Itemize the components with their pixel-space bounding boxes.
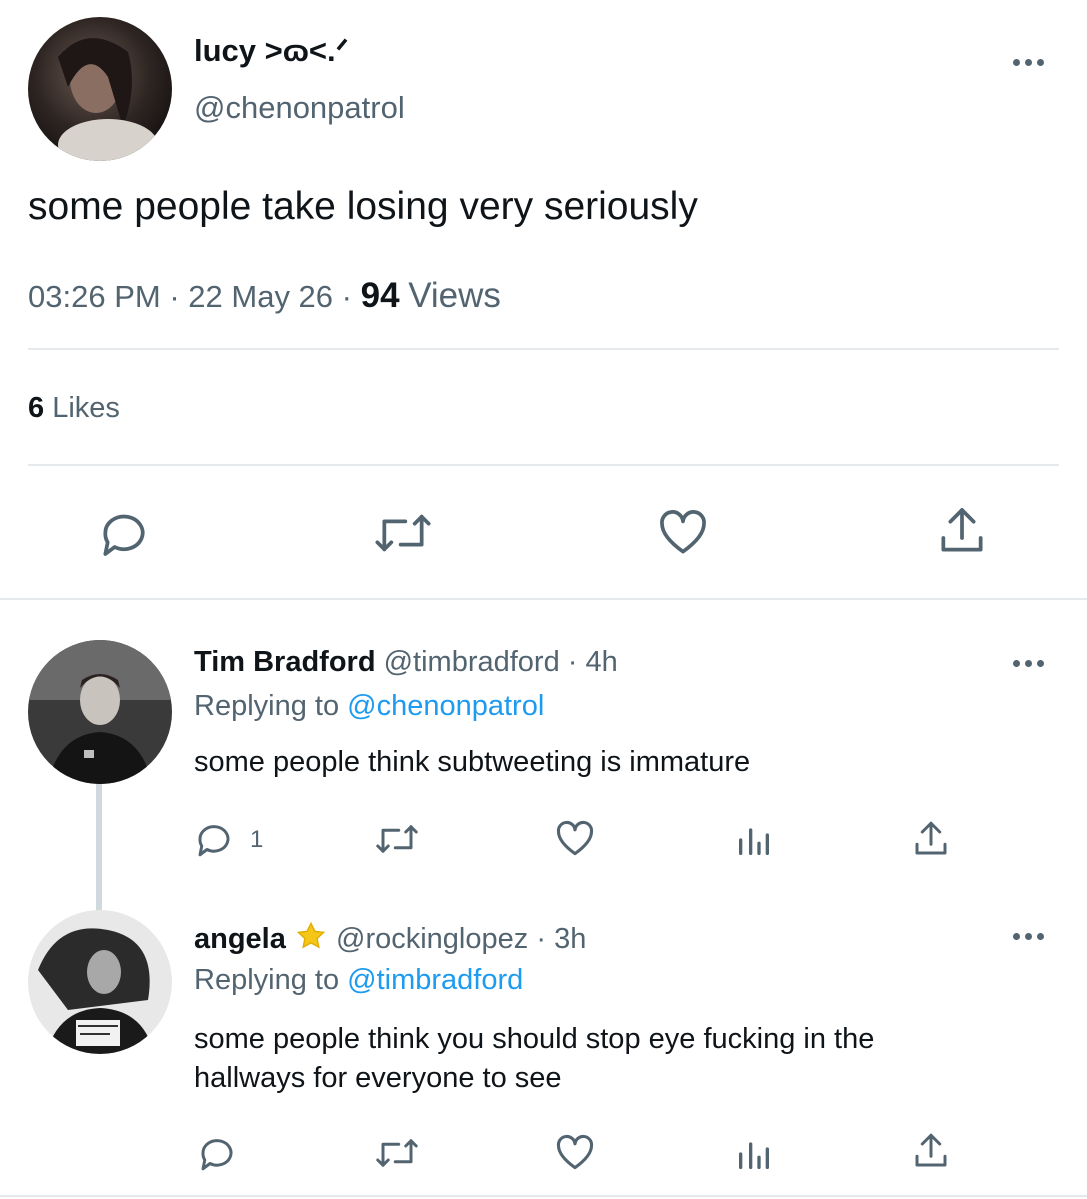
retweet-icon[interactable] [372, 1132, 422, 1174]
analytics-icon[interactable] [734, 820, 774, 860]
reply-text-line: hallways for everyone to see [194, 1062, 562, 1094]
reply-header: Tim Bradford @timbradford · 4h [194, 646, 618, 679]
like-icon[interactable] [553, 817, 597, 861]
share-icon[interactable] [910, 818, 952, 860]
likes-count: 6 [28, 392, 45, 424]
replying-to-prefix: Replying to [194, 964, 340, 996]
more-options-icon[interactable] [1013, 933, 1044, 940]
divider [28, 464, 1059, 466]
likes-label: Likes [52, 392, 120, 424]
more-options-icon[interactable] [1013, 660, 1044, 667]
likes-stat[interactable]: 6 Likes [28, 392, 120, 425]
meta-separator: · [341, 279, 352, 314]
retweet-icon[interactable] [372, 818, 422, 860]
section-divider [0, 1195, 1087, 1197]
reply-author-name[interactable]: Tim Bradford [194, 646, 376, 678]
reply-time[interactable]: 3h [554, 923, 586, 955]
replying-to: Replying to @timbradford [194, 964, 523, 997]
thread-line [96, 784, 102, 912]
replying-to-handle[interactable]: @timbradford [347, 964, 523, 996]
tweet-time: 03:26 PM [28, 279, 161, 314]
avatar-lucy[interactable] [28, 17, 172, 161]
reply-text: some people think subtweeting is immatur… [194, 746, 751, 778]
meta-separator: · [567, 646, 578, 678]
replying-to: Replying to @chenonpatrol [194, 690, 544, 723]
reply-author-name[interactable]: angela [194, 923, 286, 955]
reply-icon[interactable] [193, 818, 235, 860]
views-count: 94 [360, 276, 400, 315]
section-divider [0, 598, 1087, 600]
avatar-tim-bradford[interactable] [28, 640, 172, 784]
avatar-angela[interactable] [28, 910, 172, 1054]
reply-time[interactable]: 4h [586, 646, 618, 678]
reply-icon[interactable] [196, 1132, 238, 1174]
reply-count: 1 [250, 826, 264, 853]
replying-to-handle[interactable]: @chenonpatrol [347, 690, 544, 722]
tweet-date: 22 May 26 [188, 279, 334, 314]
views-label: Views [408, 276, 501, 315]
reply-author-handle[interactable]: @rockinglopez [336, 923, 528, 955]
tweet-meta: 03:26 PM · 22 May 26 · 94 Views [28, 276, 501, 316]
author-name[interactable]: lucy >ɷ<.ᐟ [194, 33, 349, 69]
reply-header: angela @rockinglopez · 3h [194, 920, 586, 960]
reply-text: some people think you should stop eye fu… [194, 1020, 874, 1098]
star-icon [294, 920, 328, 960]
divider [28, 348, 1059, 350]
meta-separator: · [169, 279, 180, 314]
like-icon[interactable] [553, 1131, 597, 1175]
reply-text-line: some people think you should stop eye fu… [194, 1023, 875, 1055]
like-icon[interactable] [655, 505, 711, 561]
share-icon[interactable] [934, 503, 990, 559]
more-options-icon[interactable] [1013, 59, 1044, 66]
reply-icon[interactable] [96, 505, 152, 561]
reply-author-handle[interactable]: @timbradford [384, 646, 560, 678]
replying-to-prefix: Replying to [194, 690, 340, 722]
analytics-icon[interactable] [734, 1134, 774, 1174]
meta-separator: · [536, 923, 546, 955]
tweet-text: some people take losing very seriously [28, 185, 698, 228]
share-icon[interactable] [910, 1130, 952, 1172]
author-handle[interactable]: @chenonpatrol [194, 90, 405, 126]
retweet-icon[interactable] [370, 505, 436, 561]
